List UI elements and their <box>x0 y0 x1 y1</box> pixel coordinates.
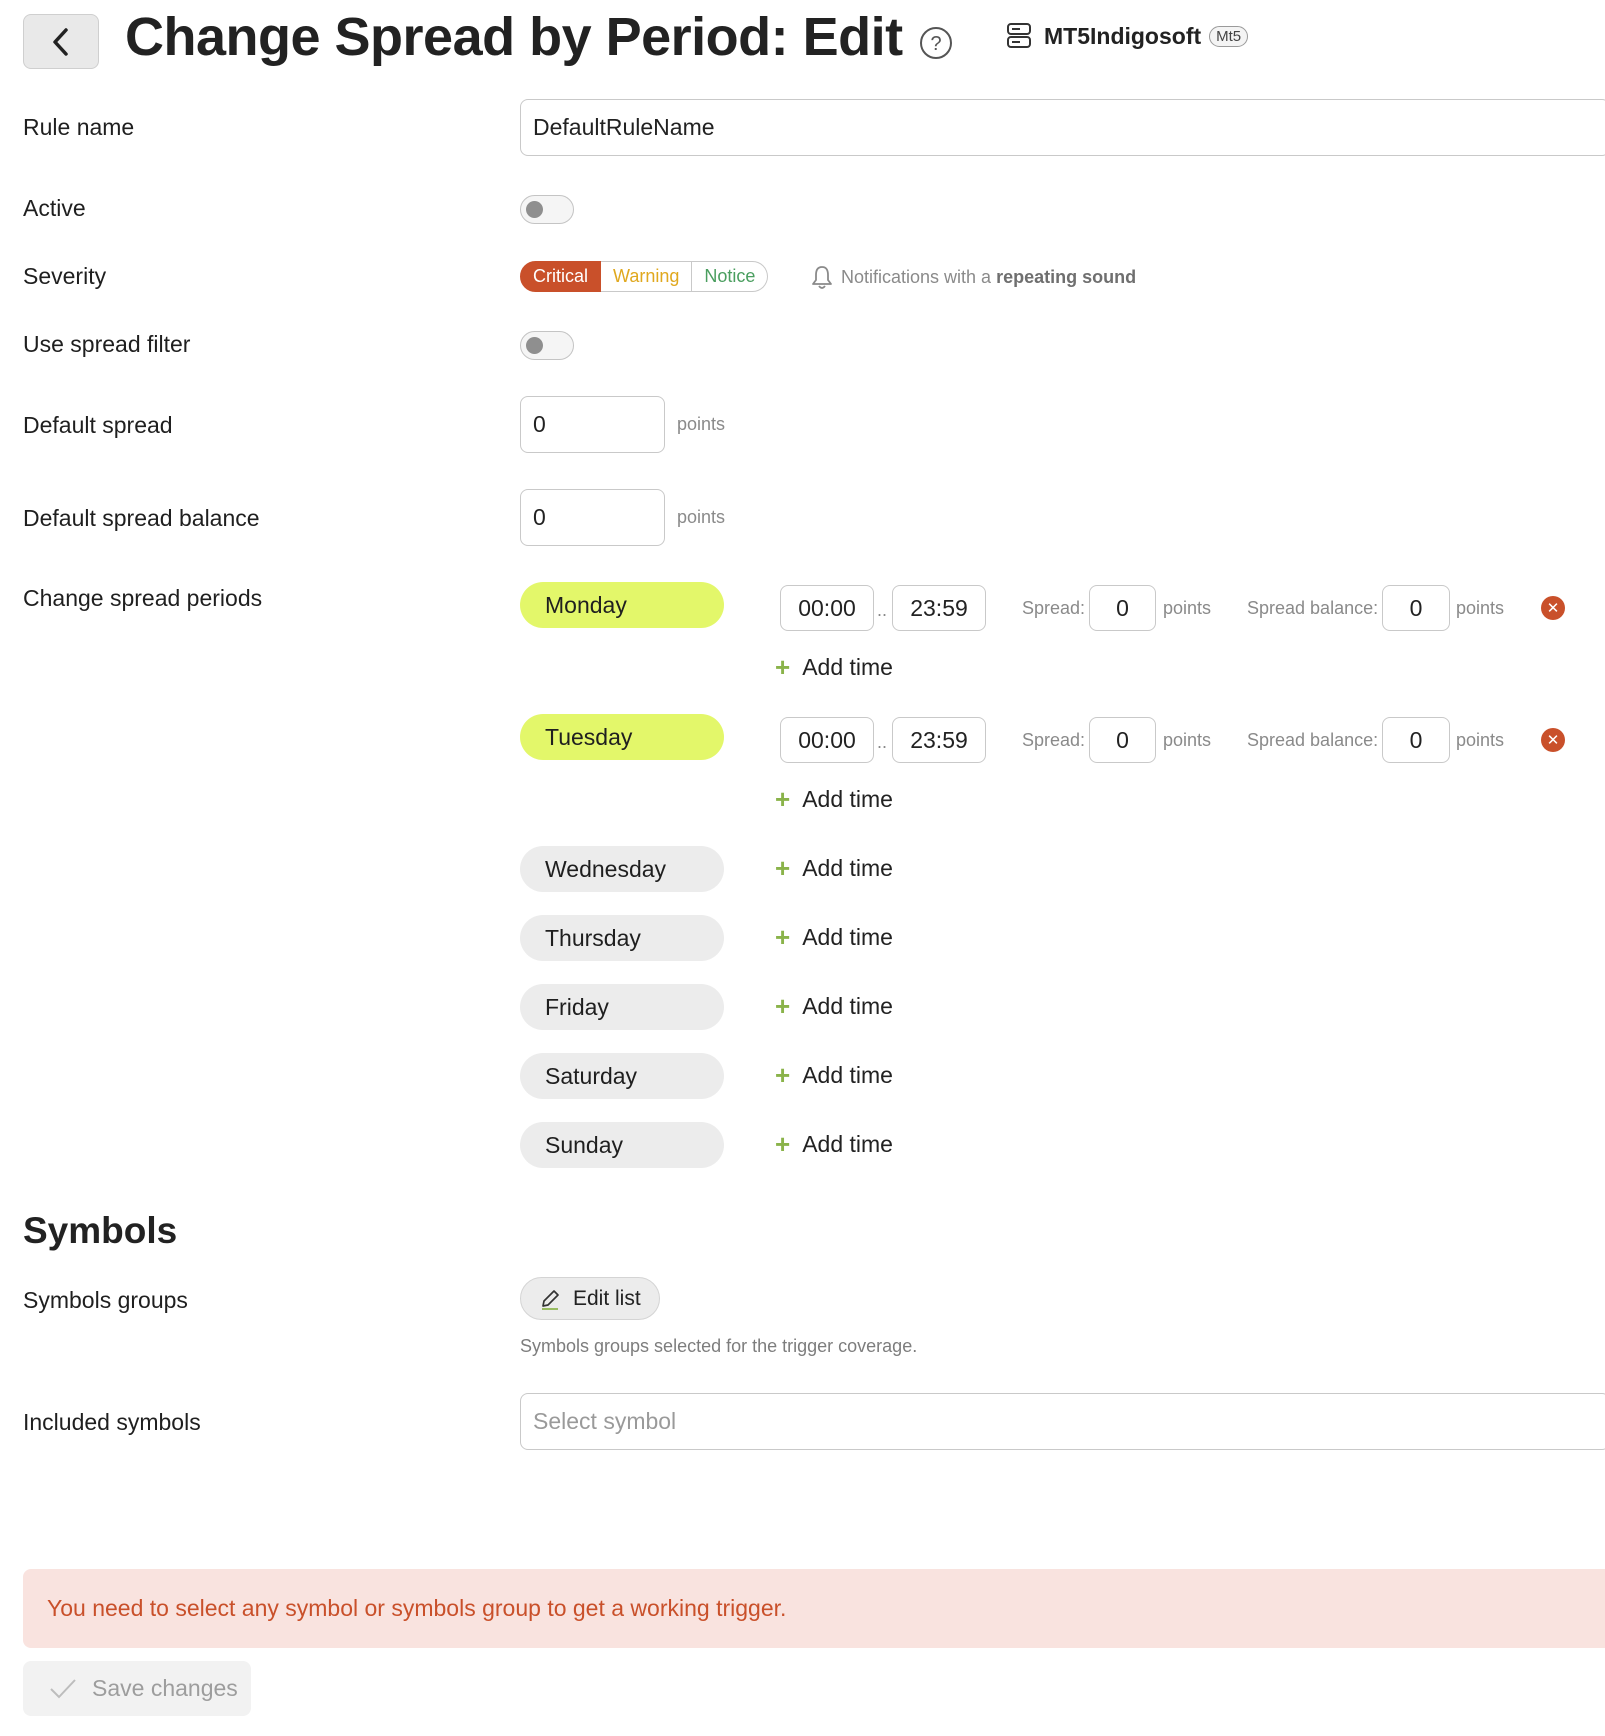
notification-info: Notifications with a repeating sound <box>811 264 1136 290</box>
close-icon: ✕ <box>1546 732 1560 749</box>
day-wednesday[interactable]: Wednesday <box>520 846 724 892</box>
plus-icon: + <box>775 784 791 814</box>
use-spread-filter-label: Use spread filter <box>23 331 191 357</box>
spread-unit: points <box>1163 730 1212 750</box>
spread-balance-label: Spread balance: <box>1247 598 1379 618</box>
symbols-groups-label: Symbols groups <box>23 1287 188 1313</box>
pencil-icon <box>542 1289 559 1310</box>
rule-name-input[interactable] <box>520 99 1605 156</box>
notification-text: Notifications with a <box>841 266 992 287</box>
monday-end-time[interactable] <box>892 585 986 631</box>
add-time-label: Add time <box>802 1062 893 1088</box>
severity-critical-button[interactable]: Critical <box>520 261 602 292</box>
severity-warning-button[interactable]: Warning <box>601 261 693 292</box>
spread-filter-toggle[interactable] <box>520 331 574 360</box>
severity-selector: Critical Warning Notice <box>520 261 769 292</box>
tuesday-add-time-button[interactable]: + Add time <box>775 784 893 815</box>
day-thursday[interactable]: Thursday <box>520 915 724 961</box>
included-symbols-label: Included symbols <box>23 1409 201 1435</box>
add-time-label: Add time <box>802 993 893 1019</box>
back-button[interactable] <box>23 14 99 69</box>
symbols-section-title: Symbols <box>23 1210 178 1251</box>
remove-period-button[interactable]: ✕ <box>1541 596 1565 620</box>
spread-unit: points <box>1163 598 1212 618</box>
default-spread-balance-label: Default spread balance <box>23 505 260 531</box>
toggle-knob <box>526 201 543 218</box>
default-spread-balance-input[interactable] <box>520 489 665 546</box>
plus-icon: + <box>775 991 791 1021</box>
add-time-label: Add time <box>802 654 893 680</box>
server-type-badge: Mt5 <box>1209 25 1249 47</box>
time-separator: .. <box>877 732 888 752</box>
day-saturday[interactable]: Saturday <box>520 1053 724 1099</box>
edit-list-button[interactable]: Edit list <box>520 1277 660 1320</box>
add-time-label: Add time <box>802 855 893 881</box>
day-tuesday[interactable]: Tuesday <box>520 714 724 760</box>
server-indicator: MT5Indigosoft Mt5 <box>1006 22 1249 50</box>
page-title: Change Spread by Period: Edit <box>125 7 903 67</box>
svg-text:?: ? <box>930 33 941 55</box>
active-label: Active <box>23 195 86 221</box>
checkmark-icon <box>50 1678 76 1698</box>
warning-alert: You need to select any symbol or symbols… <box>23 1569 1605 1648</box>
close-icon: ✕ <box>1546 600 1560 617</box>
spread-balance-unit: points <box>1456 730 1505 750</box>
day-friday[interactable]: Friday <box>520 984 724 1030</box>
symbols-groups-hint: Symbols groups selected for the trigger … <box>520 1336 918 1356</box>
select-symbol-input[interactable] <box>520 1393 1605 1450</box>
plus-icon: + <box>775 1060 791 1090</box>
plus-icon: + <box>775 652 791 682</box>
remove-period-button[interactable]: ✕ <box>1541 728 1565 752</box>
server-name: MT5Indigosoft <box>1044 22 1202 49</box>
edit-list-label: Edit list <box>573 1286 641 1310</box>
plus-icon: + <box>775 922 791 952</box>
severity-label: Severity <box>23 263 107 289</box>
spread-label: Spread: <box>1022 598 1086 618</box>
friday-add-time-button[interactable]: + Add time <box>775 991 893 1022</box>
tuesday-end-time[interactable] <box>892 717 986 763</box>
monday-start-time[interactable] <box>780 585 874 631</box>
alert-text: You need to select any symbol or symbols… <box>47 1595 787 1621</box>
severity-notice-button[interactable]: Notice <box>692 261 769 292</box>
add-time-label: Add time <box>802 786 893 812</box>
time-separator: .. <box>877 600 888 620</box>
default-spread-balance-unit: points <box>677 507 726 527</box>
monday-spread-input[interactable] <box>1089 585 1156 631</box>
add-time-label: Add time <box>802 1131 893 1157</box>
default-spread-unit: points <box>677 414 726 434</box>
day-monday[interactable]: Monday <box>520 582 724 628</box>
thursday-add-time-button[interactable]: + Add time <box>775 922 893 953</box>
wednesday-add-time-button[interactable]: + Add time <box>775 853 893 884</box>
active-toggle[interactable] <box>520 195 574 224</box>
saturday-add-time-button[interactable]: + Add time <box>775 1060 893 1091</box>
notification-sound-text: repeating sound <box>996 266 1137 287</box>
rule-name-label: Rule name <box>23 114 135 140</box>
toggle-knob <box>526 337 543 354</box>
default-spread-label: Default spread <box>23 412 173 438</box>
sunday-add-time-button[interactable]: + Add time <box>775 1129 893 1160</box>
help-icon[interactable]: ? <box>919 26 953 60</box>
spread-balance-unit: points <box>1456 598 1505 618</box>
save-changes-button[interactable]: Save changes <box>23 1661 251 1716</box>
plus-icon: + <box>775 853 791 883</box>
chevron-left-icon <box>53 27 68 56</box>
day-sunday[interactable]: Sunday <box>520 1122 724 1168</box>
plus-icon: + <box>775 1129 791 1159</box>
spread-balance-label: Spread balance: <box>1247 730 1379 750</box>
change-spread-periods-label: Change spread periods <box>23 585 263 611</box>
monday-add-time-button[interactable]: + Add time <box>775 652 893 683</box>
spread-label: Spread: <box>1022 730 1086 750</box>
add-time-label: Add time <box>802 924 893 950</box>
tuesday-spread-input[interactable] <box>1089 717 1156 763</box>
default-spread-input[interactable] <box>520 396 665 453</box>
tuesday-spread-balance-input[interactable] <box>1382 717 1450 763</box>
server-icon <box>1007 23 1031 48</box>
save-changes-label: Save changes <box>92 1675 238 1701</box>
monday-spread-balance-input[interactable] <box>1382 585 1450 631</box>
bell-icon <box>812 266 832 289</box>
tuesday-start-time[interactable] <box>780 717 874 763</box>
